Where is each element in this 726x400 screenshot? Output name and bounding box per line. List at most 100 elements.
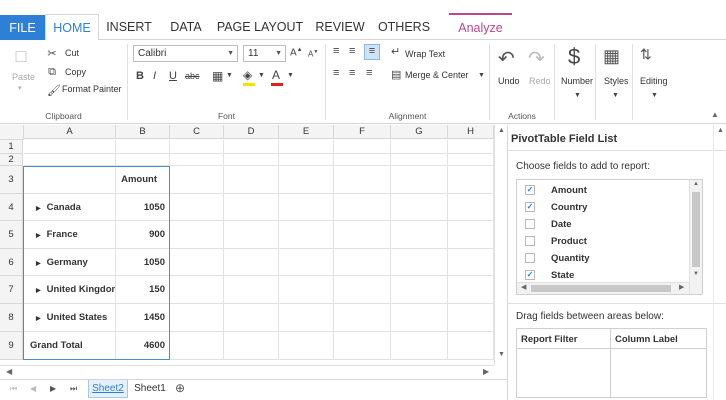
horizontal-scrollbar[interactable]: ◀ ▶ — [0, 365, 494, 379]
column-header[interactable]: C — [170, 125, 224, 139]
tab-page-layout[interactable]: PAGE LAYOUT — [216, 14, 304, 40]
editing-button[interactable]: Editing — [640, 76, 668, 86]
grid-cell[interactable] — [391, 140, 448, 154]
column-header[interactable]: A — [24, 125, 116, 139]
field-checkbox[interactable]: ✓ — [525, 185, 535, 195]
spreadsheet-grid[interactable]: ABCDEFGH 123456789 Amount ▶ Canada 1050 ▶ Fra… — [0, 125, 494, 365]
scroll-up-icon[interactable]: ▲ — [717, 127, 724, 134]
chevron-down-icon[interactable]: ▼ — [651, 92, 658, 99]
redo-button[interactable]: Redo — [529, 76, 551, 86]
grid-cell[interactable] — [279, 221, 334, 249]
scroll-right-icon[interactable]: ▶ — [483, 367, 489, 376]
italic-icon[interactable]: I — [153, 70, 156, 82]
grid-cell[interactable] — [334, 304, 391, 332]
field-item[interactable]: Product — [525, 233, 685, 250]
underline-icon[interactable]: U — [169, 70, 177, 82]
grid-cell[interactable] — [116, 154, 170, 166]
sheet-tab-sheet2[interactable]: Sheet2 — [88, 380, 128, 398]
tab-insert[interactable]: INSERT — [103, 14, 155, 40]
row-header[interactable]: 1 — [0, 140, 23, 154]
add-sheet-icon[interactable]: ⊕ — [173, 380, 187, 398]
grid-cell[interactable] — [170, 194, 224, 221]
column-header[interactable]: H — [448, 125, 494, 139]
grid-cell[interactable] — [448, 194, 494, 221]
undo-icon[interactable]: ↶ — [498, 46, 515, 71]
scroll-right-icon[interactable]: ▶ — [679, 283, 684, 291]
scroll-up-icon[interactable]: ▲ — [693, 181, 699, 187]
grid-cell[interactable] — [334, 154, 391, 166]
align-left-icon[interactable]: ≡ — [333, 67, 339, 79]
scroll-down-icon[interactable]: ▼ — [498, 351, 505, 358]
merge-center-button[interactable]: Merge & Center — [405, 70, 469, 80]
grid-cell[interactable] — [448, 140, 494, 154]
first-sheet-icon[interactable]: ⏮ — [10, 384, 17, 394]
grid-cell[interactable] — [224, 304, 279, 332]
format-painter-button[interactable]: Format Painter — [62, 84, 122, 94]
sheet-tab-sheet1[interactable]: Sheet1 — [132, 380, 168, 398]
grid-cell[interactable] — [279, 140, 334, 154]
chevron-down-icon[interactable]: ▼ — [478, 72, 485, 79]
tab-review[interactable]: REVIEW — [312, 14, 368, 40]
grid-cell[interactable] — [448, 249, 494, 276]
prev-sheet-icon[interactable]: ◀ — [30, 384, 36, 393]
grid-cell[interactable] — [170, 304, 224, 332]
bold-icon[interactable]: B — [136, 70, 144, 82]
grid-cell[interactable] — [224, 332, 279, 360]
grid-cell[interactable] — [170, 249, 224, 276]
field-list-hscroll[interactable]: ◀ ▶ — [517, 282, 689, 294]
row-header[interactable]: 4 — [0, 194, 23, 221]
grid-cell[interactable] — [334, 194, 391, 221]
report-filter-area[interactable]: Report Filter — [516, 328, 611, 398]
select-all-corner[interactable] — [0, 125, 24, 140]
grid-cell[interactable] — [448, 332, 494, 360]
field-checkbox[interactable]: ✓ — [525, 202, 535, 212]
grid-cell[interactable] — [448, 276, 494, 304]
field-checkbox[interactable] — [525, 253, 535, 263]
paste-button[interactable]: Paste — [12, 72, 35, 82]
align-bottom-icon[interactable]: ≡ — [364, 44, 380, 60]
redo-icon[interactable]: ↷ — [528, 46, 545, 71]
column-header[interactable]: B — [116, 125, 170, 139]
field-list-vscroll[interactable]: ▲ ▼ — [689, 180, 702, 294]
grid-cell[interactable] — [391, 154, 448, 166]
grid-cell[interactable] — [391, 276, 448, 304]
row-header[interactable]: 6 — [0, 249, 23, 276]
last-sheet-icon[interactable]: ⏭ — [70, 384, 77, 394]
column-header[interactable]: E — [279, 125, 334, 139]
column-label-area[interactable]: Column Label — [611, 328, 707, 398]
grid-cell[interactable] — [170, 276, 224, 304]
row-header[interactable]: 7 — [0, 276, 23, 304]
grid-cell[interactable] — [448, 166, 494, 194]
grid-cell[interactable] — [279, 332, 334, 360]
chevron-down-icon[interactable]: ▼ — [574, 92, 581, 99]
grid-cell[interactable] — [334, 166, 391, 194]
align-center-icon[interactable]: ≡ — [349, 67, 355, 79]
field-checkbox[interactable] — [525, 219, 535, 229]
grid-cell[interactable] — [391, 166, 448, 194]
grid-cell[interactable] — [279, 249, 334, 276]
scroll-thumb[interactable] — [531, 285, 671, 292]
grid-cell[interactable] — [279, 154, 334, 166]
styles-button[interactable]: Styles — [604, 76, 629, 86]
grid-cell[interactable] — [391, 221, 448, 249]
field-item[interactable]: ✓ Amount — [525, 182, 685, 199]
tab-data[interactable]: DATA — [163, 14, 209, 40]
fill-color-icon[interactable]: ◈ — [243, 68, 252, 82]
collapse-ribbon-icon[interactable]: ▲ — [711, 110, 719, 119]
row-header[interactable]: 5 — [0, 221, 23, 249]
column-header[interactable]: G — [391, 125, 448, 139]
align-right-icon[interactable]: ≡ — [366, 67, 372, 79]
undo-button[interactable]: Undo — [498, 76, 520, 86]
grid-cell[interactable] — [224, 221, 279, 249]
grid-cell[interactable] — [448, 304, 494, 332]
grid-cell[interactable] — [224, 166, 279, 194]
scroll-thumb[interactable] — [692, 192, 700, 267]
wrap-text-button[interactable]: Wrap Text — [405, 49, 445, 59]
row-header[interactable]: 2 — [0, 154, 23, 166]
column-header[interactable]: D — [224, 125, 279, 139]
grid-cell[interactable] — [224, 276, 279, 304]
tab-others[interactable]: OTHERS — [374, 14, 434, 40]
borders-icon[interactable]: ▦ — [212, 69, 223, 83]
align-middle-icon[interactable]: ≡ — [349, 45, 355, 57]
row-header[interactable]: 3 — [0, 166, 23, 194]
